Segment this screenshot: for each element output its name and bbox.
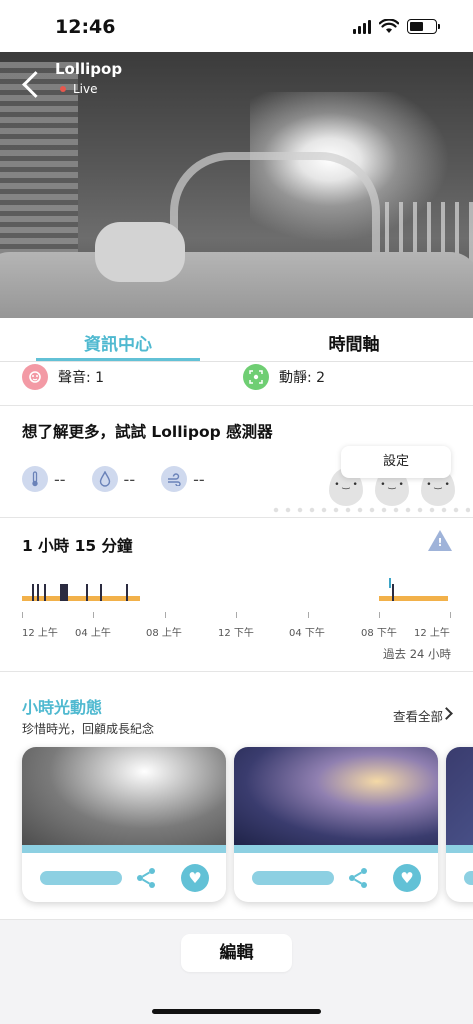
live-dot-icon (60, 86, 66, 92)
timeline-event-mark (126, 584, 128, 601)
timeline-event-mark (44, 584, 46, 601)
decorative-dots (270, 506, 470, 514)
timeline-segment (22, 596, 140, 601)
wifi-icon (379, 19, 399, 33)
air-quality-reading: -- (161, 466, 205, 492)
video-bed (0, 252, 473, 318)
tab-info-center[interactable]: 資訊中心 (0, 318, 236, 361)
sensor-promo-title: 想了解更多，試試 Lollipop 感測器 (22, 423, 273, 441)
motion-icon (243, 364, 269, 390)
sound-events[interactable]: 聲音: 1 (22, 364, 104, 390)
timeline-event-mark (60, 584, 68, 601)
edit-button[interactable]: 編輯 (181, 934, 292, 972)
home-indicator[interactable] (152, 1009, 321, 1014)
share-icon[interactable] (346, 866, 370, 890)
moment-card-bar (234, 845, 438, 853)
status-icons (353, 19, 440, 34)
moment-caption-placeholder (40, 871, 122, 885)
moment-thumbnail[interactable] (22, 747, 226, 845)
timeline-event-mark (37, 584, 39, 601)
axis-label: 04 下午 (289, 628, 325, 639)
moment-thumbnail[interactable] (234, 747, 438, 845)
moment-caption-placeholder (464, 871, 473, 885)
activity-timeline-card[interactable]: 1 小時 15 分鐘 12 上午 04 上午 08 上午 12 下午 04 下午… (0, 518, 473, 672)
timeline-segment (379, 596, 448, 601)
event-summary: 聲音: 1 動靜: 2 (0, 362, 473, 406)
live-label: Live (73, 82, 98, 96)
moments-subtitle: 珍惜時光，回顧成長紀念 (22, 722, 155, 736)
timeline-event-mark (32, 584, 34, 601)
status-bar: 12:46 (0, 0, 473, 52)
timeline-axis-labels: 12 上午 04 上午 08 上午 12 下午 04 下午 08 下午 12 上… (0, 624, 473, 640)
heart-icon[interactable]: ♥ (181, 864, 209, 892)
air-quality-value: -- (193, 469, 205, 489)
axis-label: 08 上午 (146, 628, 182, 639)
air-quality-icon (161, 466, 188, 492)
humidity-drop-icon (91, 466, 118, 492)
sensor-promo-card: 想了解更多，試試 Lollipop 感測器 -- -- -- 設定 (0, 406, 473, 518)
timeline-track (22, 578, 448, 608)
humidity-value: -- (123, 469, 136, 489)
sensor-readings: -- -- -- (22, 466, 205, 492)
motion-events[interactable]: 動靜: 2 (243, 364, 325, 390)
sensor-settings-button[interactable]: 設定 (341, 446, 451, 478)
moment-card[interactable]: ♥ (22, 747, 226, 902)
moments-section: 小時光動態 珍惜時光，回顧成長紀念 查看全部 ♥ ♥ (0, 672, 473, 920)
heart-icon[interactable]: ♥ (393, 864, 421, 892)
sound-icon (22, 364, 48, 390)
timeline-event-mark (392, 584, 394, 601)
axis-label: 12 下午 (218, 628, 254, 639)
temperature-value: -- (54, 469, 66, 489)
thermometer-icon (22, 466, 48, 492)
live-indicator: Live (60, 82, 98, 96)
moment-card[interactable]: ♥ (234, 747, 438, 902)
axis-label: 12 上午 (414, 628, 450, 639)
timeline-event-mark (86, 584, 88, 601)
axis-label: 12 上午 (22, 628, 58, 639)
moments-title: 小時光動態 (22, 698, 103, 717)
axis-label: 08 下午 (361, 628, 397, 639)
cellular-signal-icon (353, 19, 371, 34)
tab-timeline[interactable]: 時間軸 (236, 318, 472, 361)
status-time: 12:46 (55, 16, 116, 38)
battery-icon (407, 19, 440, 34)
activity-duration: 1 小時 15 分鐘 (22, 537, 133, 555)
motion-count: 動靜: 2 (279, 370, 326, 386)
timeline-axis-ticks (22, 612, 452, 620)
camera-name: Lollipop (55, 60, 123, 78)
sound-count: 聲音: 1 (58, 370, 105, 386)
moment-caption-placeholder (252, 871, 334, 885)
moment-card-bar (446, 845, 473, 853)
moment-card-bar (22, 845, 226, 853)
temperature-reading: -- (22, 466, 66, 492)
moment-thumbnail[interactable] (446, 747, 473, 845)
humidity-reading: -- (91, 466, 136, 492)
back-chevron-icon[interactable] (18, 70, 46, 98)
warning-icon[interactable] (428, 530, 452, 552)
share-icon[interactable] (134, 866, 158, 890)
video-pillow (95, 222, 185, 282)
tab-bar: 資訊中心 時間軸 (0, 318, 473, 362)
timeline-range-label: 過去 24 小時 (383, 647, 451, 661)
live-video-feed[interactable]: Lollipop Live (0, 52, 473, 318)
moment-card[interactable] (446, 747, 473, 902)
axis-label: 04 上午 (75, 628, 111, 639)
timeline-event-mark (100, 584, 102, 601)
see-all-link[interactable]: 查看全部 (393, 706, 443, 725)
timeline-event-mark (389, 578, 391, 588)
